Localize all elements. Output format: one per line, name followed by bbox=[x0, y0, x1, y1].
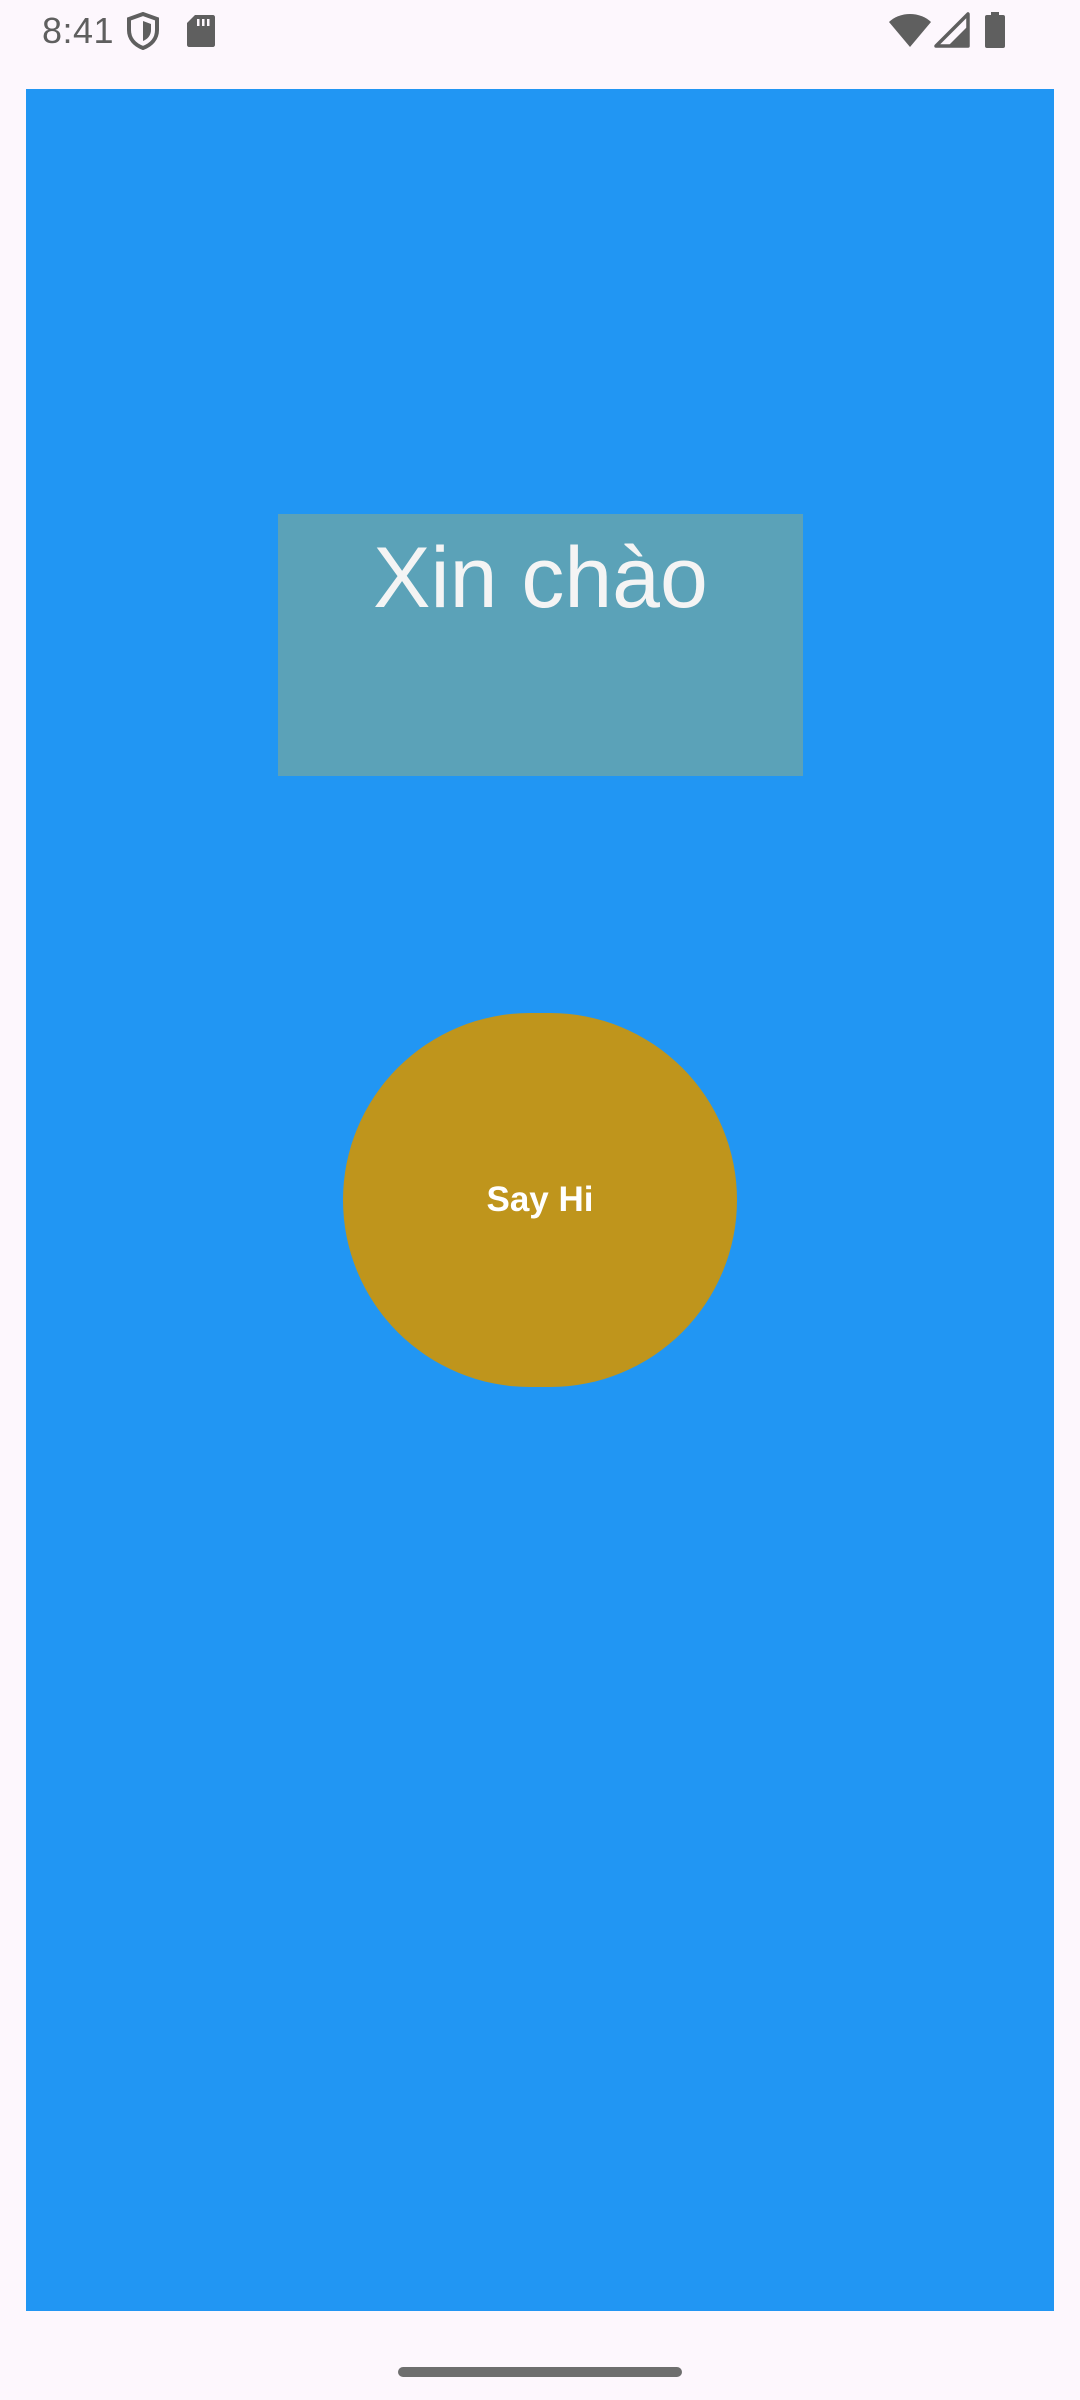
say-hi-button-label: Say Hi bbox=[486, 1180, 594, 1219]
navigation-bar bbox=[0, 2311, 1080, 2400]
greeting-text: Xin chào bbox=[373, 530, 708, 626]
main-content: Xin chào Say Hi bbox=[26, 89, 1054, 2311]
greeting-box: Xin chào bbox=[278, 514, 803, 776]
status-bar: 8:41 bbox=[0, 0, 1080, 88]
wifi-icon bbox=[889, 14, 931, 47]
cell-signal-icon bbox=[934, 12, 970, 48]
sd-card-icon bbox=[187, 15, 215, 47]
shield-icon bbox=[127, 12, 159, 50]
say-hi-button[interactable]: Say Hi bbox=[343, 1013, 737, 1387]
status-time: 8:41 bbox=[42, 10, 115, 51]
home-indicator[interactable] bbox=[398, 2367, 682, 2377]
battery-icon bbox=[985, 12, 1005, 48]
